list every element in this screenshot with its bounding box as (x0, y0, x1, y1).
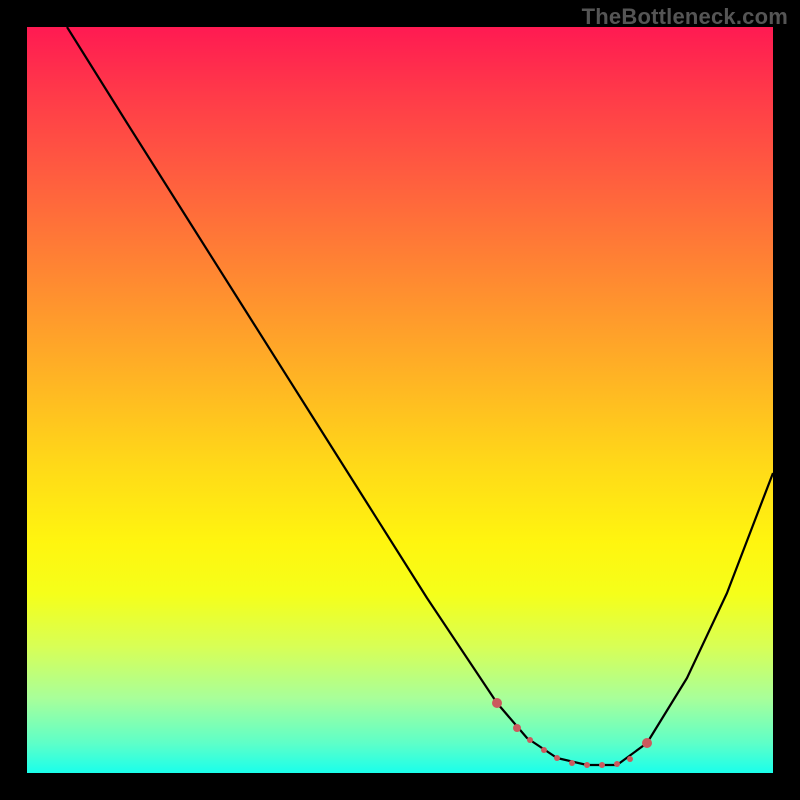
curve-marker (627, 756, 633, 762)
curve-marker (541, 747, 547, 753)
curve-marker (513, 724, 521, 732)
curve-marker (599, 762, 605, 768)
plot-area (27, 27, 773, 773)
curve-marker (584, 762, 590, 768)
curve-marker (527, 737, 533, 743)
curve-marker (614, 761, 620, 767)
curve-marker (569, 760, 575, 766)
curve-marker (554, 755, 560, 761)
marker-group (492, 698, 652, 768)
curve-marker (642, 738, 652, 748)
curve-marker (492, 698, 502, 708)
chart-container: TheBottleneck.com (0, 0, 800, 800)
bottleneck-curve-line (67, 27, 773, 765)
curve-svg (27, 27, 773, 773)
watermark-text: TheBottleneck.com (582, 4, 788, 30)
